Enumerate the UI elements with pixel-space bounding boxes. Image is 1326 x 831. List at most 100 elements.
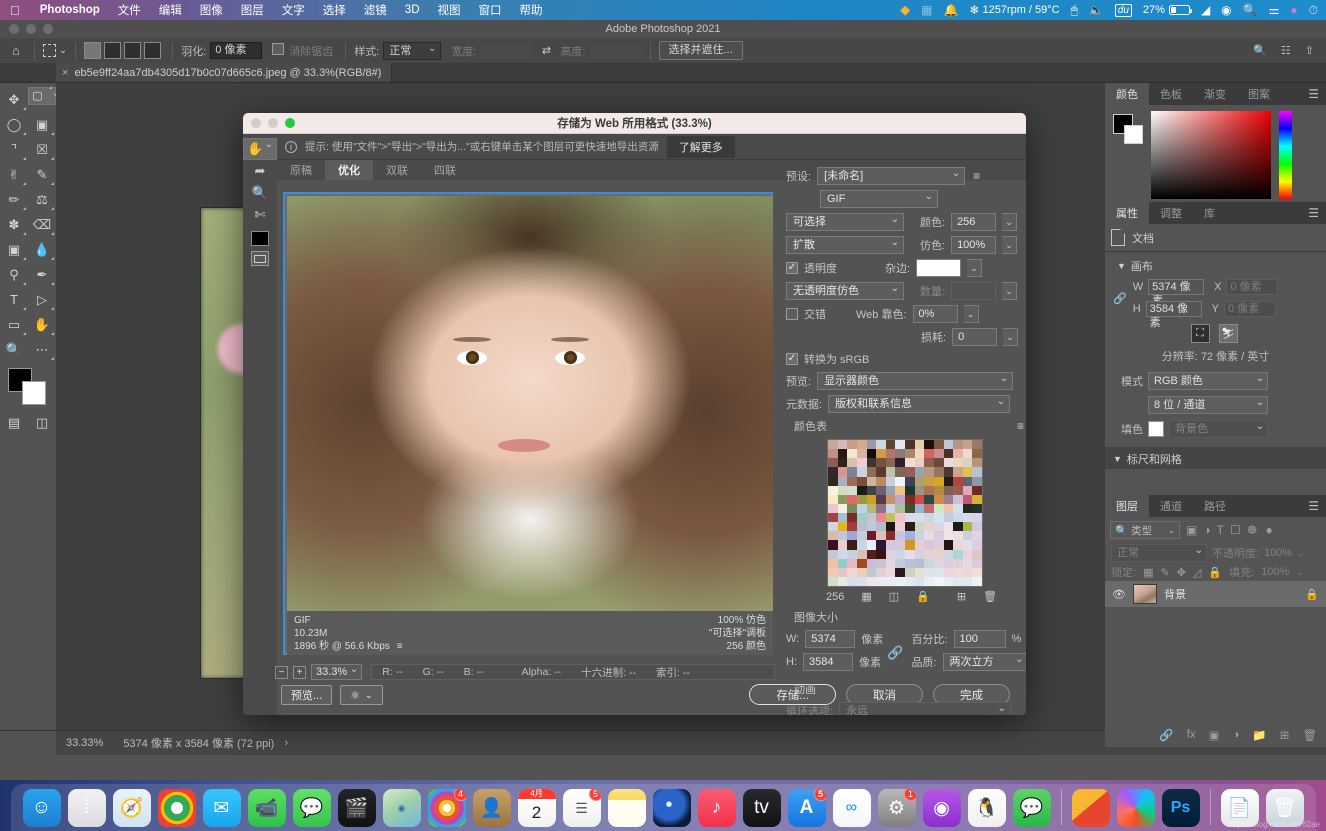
color-swatch[interactable] bbox=[856, 449, 867, 459]
color-swatch[interactable] bbox=[953, 449, 963, 459]
panel-menu-icon[interactable]: ☰ bbox=[1308, 202, 1326, 224]
color-swatch[interactable] bbox=[866, 467, 877, 477]
slice-select-tool-icon[interactable]: ➦ bbox=[243, 160, 277, 182]
lock-image-icon[interactable]: ✎ bbox=[1160, 566, 1169, 579]
color-swatch[interactable] bbox=[866, 531, 877, 541]
color-swatch[interactable] bbox=[972, 476, 982, 486]
color-swatch[interactable] bbox=[895, 522, 905, 532]
color-swatch[interactable] bbox=[953, 522, 963, 532]
tab-paths[interactable]: 路径 bbox=[1193, 495, 1237, 517]
color-swatch[interactable] bbox=[847, 440, 857, 450]
color-swatch[interactable] bbox=[924, 485, 934, 495]
color-swatch[interactable] bbox=[924, 558, 934, 568]
color-swatch[interactable] bbox=[943, 440, 954, 450]
color-swatch[interactable] bbox=[962, 485, 973, 495]
color-swatch[interactable] bbox=[856, 440, 867, 450]
transparency-dither-select[interactable]: 无透明度仿色 bbox=[786, 281, 904, 300]
color-swatch[interactable] bbox=[828, 440, 838, 450]
color-swatch[interactable] bbox=[885, 494, 896, 504]
color-swatch[interactable] bbox=[847, 558, 857, 568]
dock-item-messages[interactable]: 💬 bbox=[292, 789, 331, 827]
lock-all-icon[interactable]: 🔒 bbox=[1208, 566, 1222, 579]
color-swatch[interactable] bbox=[914, 531, 925, 541]
color-swatch[interactable] bbox=[828, 522, 838, 532]
color-swatch[interactable] bbox=[866, 440, 877, 450]
width-input[interactable] bbox=[480, 42, 533, 59]
color-swatch[interactable] bbox=[905, 567, 915, 577]
canvas-height-input[interactable]: 3584 像素 bbox=[1145, 301, 1202, 329]
dither-stepper[interactable]: ⌄ bbox=[1002, 236, 1018, 254]
color-swatch[interactable] bbox=[876, 467, 886, 477]
percent-input[interactable]: 100 bbox=[953, 630, 1006, 648]
color-swatch[interactable] bbox=[962, 449, 973, 459]
adjustment-layer-icon[interactable]: ◑ bbox=[1232, 729, 1239, 741]
color-swatch[interactable] bbox=[933, 476, 944, 486]
amount-input[interactable] bbox=[951, 282, 997, 300]
dock-item-reminders[interactable]: ☰ 5 bbox=[562, 789, 601, 827]
color-swatch[interactable] bbox=[933, 449, 944, 459]
color-swatch[interactable] bbox=[962, 476, 973, 486]
color-swatch[interactable] bbox=[962, 503, 973, 513]
dock-item-podcasts[interactable]: ◉ bbox=[922, 789, 961, 827]
menu-item-filter[interactable]: 滤镜 bbox=[355, 2, 396, 18]
filter-toggle-icon[interactable]: ● bbox=[1265, 523, 1272, 537]
color-swatch[interactable] bbox=[895, 449, 905, 459]
healing-brush-tool-icon[interactable]: ✎ bbox=[28, 162, 56, 187]
color-swatch[interactable] bbox=[924, 567, 934, 577]
tab-color[interactable]: 颜色 bbox=[1105, 83, 1149, 105]
dock-item-mail[interactable]: ✉ bbox=[202, 789, 241, 827]
color-swatch[interactable] bbox=[828, 476, 838, 486]
color-swatch[interactable] bbox=[876, 458, 886, 468]
tab-original[interactable]: 原稿 bbox=[277, 160, 325, 180]
color-swatch[interactable] bbox=[828, 531, 838, 541]
color-swatch[interactable] bbox=[924, 522, 934, 532]
color-swatch[interactable] bbox=[828, 458, 838, 468]
color-swatch[interactable] bbox=[866, 549, 877, 559]
toggle-slices-icon[interactable] bbox=[251, 251, 269, 266]
new-group-icon[interactable]: 📁 bbox=[1252, 728, 1266, 742]
fill-color-swatch[interactable] bbox=[1148, 421, 1164, 437]
color-swatch[interactable] bbox=[856, 522, 867, 532]
color-swatch[interactable] bbox=[885, 558, 896, 568]
color-swatch[interactable] bbox=[914, 503, 925, 513]
fill-source-select[interactable]: 背景色 bbox=[1169, 419, 1268, 438]
dock-item-notes[interactable] bbox=[607, 789, 646, 827]
canvas-y-input[interactable]: 0 像素 bbox=[1224, 301, 1276, 317]
color-swatch[interactable] bbox=[866, 449, 877, 459]
color-swatch[interactable] bbox=[924, 449, 934, 459]
color-swatch[interactable] bbox=[885, 567, 896, 577]
color-swatch[interactable] bbox=[953, 467, 963, 477]
color-swatch[interactable] bbox=[828, 503, 838, 513]
opacity-value[interactable]: 100% bbox=[1264, 547, 1292, 559]
color-swatch[interactable] bbox=[885, 503, 896, 513]
colors-input[interactable]: 256 bbox=[951, 213, 997, 231]
color-swatch[interactable] bbox=[847, 458, 857, 468]
color-swatch[interactable] bbox=[856, 467, 867, 477]
menu-item-file[interactable]: 文件 bbox=[109, 2, 150, 18]
color-swatch[interactable] bbox=[933, 513, 944, 523]
apple-logo-icon[interactable]:  bbox=[0, 4, 31, 17]
color-swatch[interactable] bbox=[895, 467, 905, 477]
color-swatch[interactable] bbox=[933, 549, 944, 559]
color-swatch[interactable] bbox=[866, 558, 877, 568]
color-swatch[interactable] bbox=[905, 513, 915, 523]
color-swatch[interactable] bbox=[837, 567, 848, 577]
color-swatch[interactable] bbox=[895, 549, 905, 559]
color-swatch[interactable] bbox=[953, 558, 963, 568]
color-swatch[interactable] bbox=[972, 458, 982, 468]
lossy-stepper[interactable]: ⌄ bbox=[1003, 328, 1019, 346]
layer-style-icon[interactable]: fx bbox=[1187, 729, 1196, 741]
browser-preview-select[interactable]: ⚛ ⌄ bbox=[340, 685, 383, 705]
smart-object-filter-icon[interactable]: ☸ bbox=[1247, 523, 1258, 537]
landscape-orientation-icon[interactable]: ⛷ bbox=[1218, 324, 1238, 343]
color-swatch[interactable] bbox=[905, 458, 915, 468]
color-swatch[interactable] bbox=[856, 494, 867, 504]
color-swatch[interactable] bbox=[876, 540, 886, 550]
color-swatch[interactable] bbox=[933, 567, 944, 577]
color-swatch[interactable] bbox=[933, 503, 944, 513]
hue-slider[interactable] bbox=[1279, 111, 1292, 199]
antialias-checkbox[interactable] bbox=[272, 43, 285, 55]
dodge-tool-icon[interactable]: ⚲ bbox=[0, 262, 28, 287]
tab-adjustments[interactable]: 调整 bbox=[1149, 202, 1193, 224]
dock-item-photos[interactable]: 4 bbox=[427, 789, 466, 827]
